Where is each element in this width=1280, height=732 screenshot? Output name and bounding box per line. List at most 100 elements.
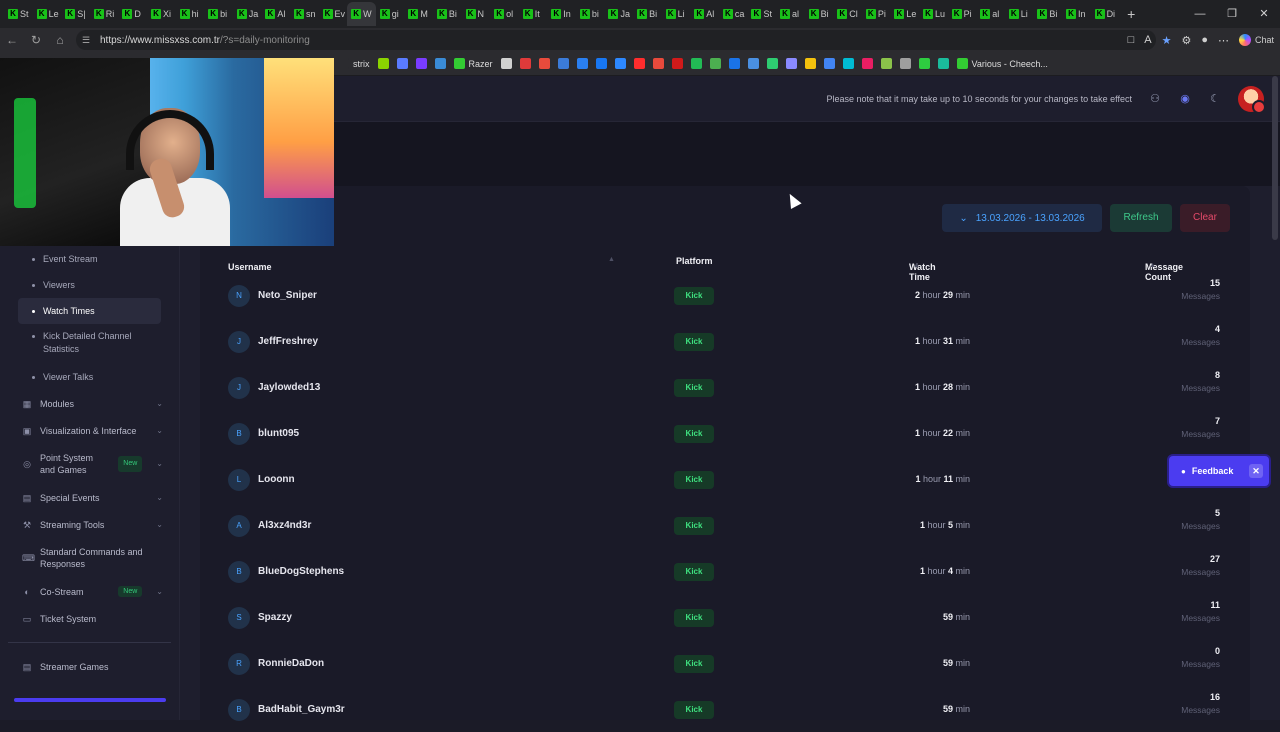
sidebar-action-bar[interactable] — [14, 698, 166, 702]
browser-tab[interactable]: K Bi — [805, 2, 834, 26]
bookmark-item[interactable] — [896, 52, 915, 76]
username[interactable]: Al3xz4nd3r — [258, 520, 311, 531]
bookmark-item[interactable] — [725, 52, 744, 76]
browser-tab[interactable]: K Li — [662, 2, 691, 26]
app-available-icon[interactable]: □ — [1128, 34, 1135, 46]
browser-tab[interactable]: K Ja — [604, 2, 633, 26]
username[interactable]: BlueDogStephens — [258, 566, 344, 577]
browser-tab[interactable]: K St — [4, 2, 33, 26]
favorite-star-icon[interactable]: ★ — [1162, 34, 1172, 47]
browser-tab[interactable]: K Bi — [433, 2, 462, 26]
browser-tab[interactable]: K Le — [33, 2, 62, 26]
bookmark-item[interactable] — [516, 52, 535, 76]
browser-tab[interactable]: K St — [747, 2, 776, 26]
sidebar-subitem[interactable]: Event Stream — [18, 246, 161, 272]
browser-tab[interactable]: K Ja — [233, 2, 262, 26]
bookmark-item[interactable] — [573, 52, 592, 76]
sidebar-subitem[interactable]: Viewer Talks — [18, 364, 161, 390]
browser-tab[interactable]: K Al — [261, 2, 290, 26]
sidebar-item-streamer-games[interactable]: ▤ Streamer Games — [0, 653, 179, 680]
sort-icon[interactable]: ▲ — [608, 256, 615, 263]
browser-tab[interactable]: Khi — [176, 2, 205, 26]
headset-support-icon[interactable]: ⚇ — [1148, 92, 1162, 106]
bookmark-item[interactable] — [630, 52, 649, 76]
username[interactable]: Jaylowded13 — [258, 382, 320, 393]
browser-tab[interactable]: K Ev — [319, 2, 348, 26]
bookmark-item[interactable]: Razer — [450, 52, 497, 76]
site-info-icon[interactable]: ☰ — [82, 35, 94, 46]
close-window-icon[interactable]: ✕ — [1248, 0, 1280, 28]
bookmark-item[interactable] — [934, 52, 953, 76]
browser-tab[interactable]: K S| — [61, 2, 90, 26]
browser-tab[interactable]: K Le — [890, 2, 919, 26]
username[interactable]: Looonn — [258, 474, 295, 485]
browser-tab[interactable]: K Xi — [147, 2, 176, 26]
browser-tab[interactable]: K Cl — [833, 2, 862, 26]
browser-tab[interactable]: K Bi — [1033, 2, 1062, 26]
bookmark-item[interactable] — [915, 52, 934, 76]
profile-icon[interactable]: ● — [1201, 34, 1208, 46]
bookmark-item[interactable] — [374, 52, 393, 76]
username[interactable]: Spazzy — [258, 612, 292, 623]
new-tab-button[interactable]: + — [1127, 6, 1135, 22]
sidebar-item[interactable]: ⚒ Streaming Tools ⌄ — [0, 511, 179, 538]
bookmark-item[interactable] — [763, 52, 782, 76]
browser-tab[interactable]: KN — [462, 2, 491, 26]
username[interactable]: BadHabit_Gaym3r — [258, 704, 345, 715]
browser-tab[interactable]: K Di — [1091, 2, 1120, 26]
browser-tab[interactable]: Kal — [776, 2, 805, 26]
browser-tab[interactable]: KM — [404, 2, 433, 26]
bookmark-item[interactable]: Various - Cheech... — [953, 52, 1052, 76]
bookmark-item[interactable] — [393, 52, 412, 76]
bookmark-item[interactable] — [877, 52, 896, 76]
browser-tab[interactable]: K Al — [690, 2, 719, 26]
home-icon[interactable]: ⌂ — [48, 33, 72, 47]
refresh-button[interactable]: Refresh — [1110, 204, 1172, 232]
back-icon[interactable]: ← — [0, 33, 24, 47]
browser-tab[interactable]: Kbi — [204, 2, 233, 26]
browser-tab[interactable]: KD — [118, 2, 147, 26]
close-icon[interactable]: ✕ — [1249, 464, 1263, 478]
sidebar-item[interactable]: ▦ Modules ⌄ — [0, 390, 179, 417]
sidebar-item[interactable]: ◐ Co-Stream New ⌄ — [0, 578, 179, 605]
bookmark-item[interactable] — [801, 52, 820, 76]
browser-tab[interactable]: KW — [347, 2, 376, 26]
browser-tab[interactable]: Kgi — [376, 2, 405, 26]
more-menu-icon[interactable]: ⋯ — [1218, 34, 1229, 47]
browser-tab[interactable]: Kal — [976, 2, 1005, 26]
copilot-button[interactable]: Chat — [1238, 34, 1274, 46]
bookmark-item[interactable] — [687, 52, 706, 76]
date-range-picker[interactable]: ⌄ 13.03.2026 - 13.03.2026 — [942, 204, 1102, 232]
browser-tab[interactable]: K It — [519, 2, 548, 26]
scrollbar-thumb[interactable] — [1272, 76, 1278, 240]
browser-tab[interactable]: Kbi — [576, 2, 605, 26]
reload-icon[interactable]: ↻ — [24, 33, 48, 47]
bookmark-item[interactable] — [649, 52, 668, 76]
bookmark-item[interactable] — [535, 52, 554, 76]
restore-icon[interactable]: ❐ — [1216, 0, 1248, 28]
browser-tab[interactable]: Ksn — [290, 2, 319, 26]
sidebar-item[interactable]: ◎ Point System and Games New ⌄ — [0, 444, 179, 484]
browser-tab[interactable]: K Pi — [862, 2, 891, 26]
bookmark-item[interactable] — [820, 52, 839, 76]
browser-tab[interactable]: K Lu — [919, 2, 948, 26]
bookmark-item[interactable] — [858, 52, 877, 76]
dark-mode-icon[interactable]: ☾ — [1208, 92, 1222, 106]
bookmark-item[interactable] — [497, 52, 516, 76]
username[interactable]: RonnieDaDon — [258, 658, 324, 669]
username[interactable]: Neto_Sniper — [258, 290, 317, 301]
discord-icon[interactable]: ◉ — [1178, 92, 1192, 106]
sidebar-item[interactable]: ▣ Visualization & Interface ⌄ — [0, 417, 179, 444]
bookmark-item[interactable] — [611, 52, 630, 76]
browser-tab[interactable]: K Pi — [948, 2, 977, 26]
username[interactable]: JeffFreshrey — [258, 336, 318, 347]
bookmark-item[interactable] — [554, 52, 573, 76]
clear-button[interactable]: Clear — [1180, 204, 1230, 232]
browser-tab[interactable]: K In — [547, 2, 576, 26]
sidebar-subitem[interactable]: Watch Times — [18, 298, 161, 324]
browser-tab[interactable]: Kca — [719, 2, 748, 26]
sidebar-item[interactable]: ▤ Special Events ⌄ — [0, 484, 179, 511]
bookmark-item[interactable]: strix — [334, 52, 374, 76]
sidebar-item[interactable]: ⌨ Standard Commands and Responses — [0, 538, 179, 578]
bookmark-item[interactable] — [592, 52, 611, 76]
